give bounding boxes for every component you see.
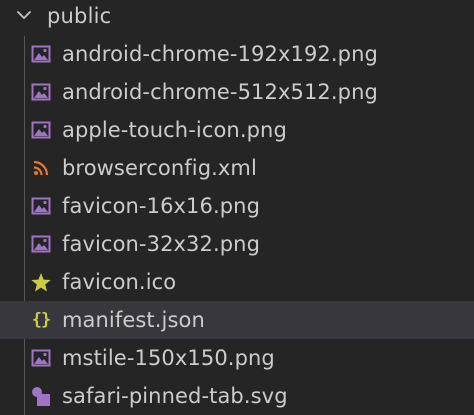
file-row[interactable]: safari-pinned-tab.svg bbox=[0, 377, 474, 415]
file-name: favicon.ico bbox=[62, 270, 177, 294]
file-row[interactable]: browserconfig.xml bbox=[0, 149, 474, 187]
file-row[interactable]: favicon-32x32.png bbox=[0, 225, 474, 263]
svg-shapes-icon bbox=[29, 384, 53, 408]
image-icon bbox=[29, 42, 53, 66]
file-name: android-chrome-512x512.png bbox=[62, 80, 378, 104]
image-icon bbox=[29, 118, 53, 142]
file-row[interactable]: android-chrome-192x192.png bbox=[0, 35, 474, 73]
file-row[interactable]: android-chrome-512x512.png bbox=[0, 73, 474, 111]
folder-name: public bbox=[47, 4, 112, 28]
image-icon bbox=[29, 232, 53, 256]
image-icon bbox=[29, 194, 53, 218]
file-row[interactable]: favicon.ico bbox=[0, 263, 474, 301]
file-name: safari-pinned-tab.svg bbox=[62, 384, 288, 408]
chevron-down-icon[interactable] bbox=[14, 5, 34, 25]
file-name: favicon-16x16.png bbox=[62, 194, 261, 218]
file-row[interactable]: apple-touch-icon.png bbox=[0, 111, 474, 149]
file-name: apple-touch-icon.png bbox=[62, 118, 287, 142]
folder-row-public[interactable]: public bbox=[0, 0, 474, 36]
file-name: android-chrome-192x192.png bbox=[62, 42, 378, 66]
image-icon bbox=[29, 346, 53, 370]
json-braces-icon: {} bbox=[31, 310, 51, 330]
file-row-selected[interactable]: {} manifest.json bbox=[0, 301, 474, 339]
image-icon bbox=[29, 80, 53, 104]
star-icon bbox=[29, 270, 53, 294]
file-name: mstile-150x150.png bbox=[62, 346, 275, 370]
file-row[interactable]: favicon-16x16.png bbox=[0, 187, 474, 225]
rss-icon bbox=[29, 156, 53, 180]
file-name: manifest.json bbox=[62, 308, 205, 332]
file-name: favicon-32x32.png bbox=[62, 232, 261, 256]
file-explorer-tree: public android-chrome-192x192.png androi… bbox=[0, 0, 474, 415]
file-name: browserconfig.xml bbox=[62, 156, 257, 180]
file-row[interactable]: mstile-150x150.png bbox=[0, 339, 474, 377]
